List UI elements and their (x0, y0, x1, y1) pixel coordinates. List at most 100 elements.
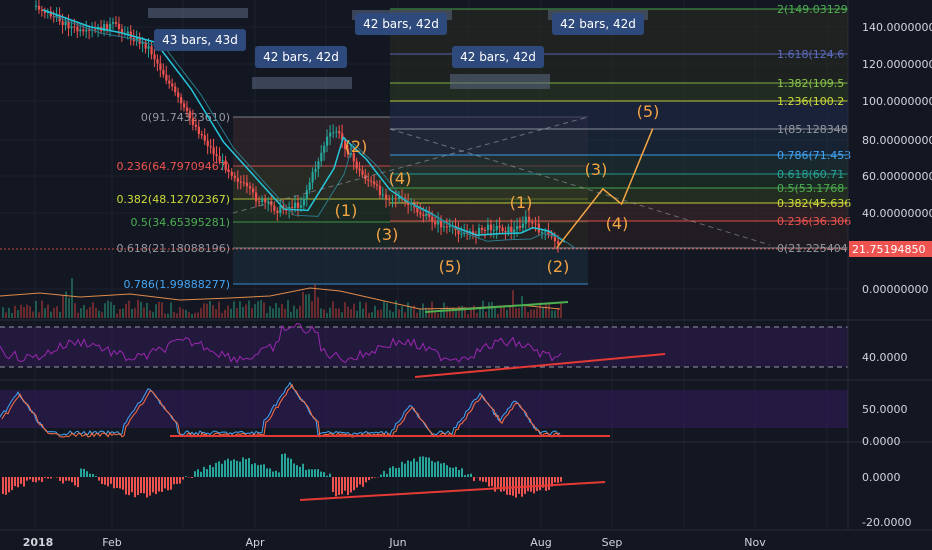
volume-bar (332, 301, 334, 318)
right-fib-label: 0.5(53.1768 (777, 182, 844, 195)
candle-body (203, 135, 206, 141)
candle-body (498, 225, 501, 228)
macd-histogram-bar (428, 457, 430, 477)
volume-bar (509, 305, 511, 318)
volume-bar (224, 309, 226, 318)
macd-histogram-bar (398, 467, 400, 477)
volume-bar (170, 302, 172, 318)
wave-label: (1) (335, 201, 358, 220)
macd-histogram-bar (413, 458, 415, 477)
macd-histogram-bar (152, 477, 154, 493)
volume-bar (236, 308, 238, 318)
macd-histogram-bar (443, 462, 445, 477)
macd-histogram-bar (56, 477, 58, 478)
volume-bar (179, 307, 181, 318)
candle-body (302, 198, 306, 206)
current-price-tag: 21.75194850 (849, 241, 932, 257)
macd-histogram-bar (191, 477, 193, 479)
volume-bar (86, 309, 88, 318)
candle-body (76, 26, 79, 32)
macd-histogram-bar (395, 468, 397, 477)
macd-histogram-bar (455, 466, 457, 477)
volume-bar (20, 304, 22, 318)
volume-bar (32, 311, 34, 318)
volume-bar (35, 300, 37, 318)
candle-body (114, 22, 118, 24)
candle-body (230, 171, 233, 176)
volume-bar (71, 278, 73, 318)
volume-bar (119, 308, 121, 318)
volume-bar (89, 307, 91, 318)
candle-body (553, 236, 557, 242)
volume-bar (407, 302, 409, 318)
macd-histogram-bar (17, 477, 19, 488)
macd-histogram-bar (215, 462, 217, 477)
volume-bar (2, 307, 4, 318)
measure-range (450, 74, 550, 89)
macd-histogram-bar (65, 477, 67, 481)
macd-tick-label: 0.0000 (862, 471, 901, 484)
bars-range-label-text: 42 bars, 42d (460, 50, 536, 64)
volume-bar (158, 301, 160, 318)
volume-bar (431, 301, 433, 318)
volume-bar (455, 310, 457, 318)
volume-bar (437, 313, 439, 318)
candle-body (177, 92, 180, 97)
volume-bar (293, 305, 295, 318)
macd-histogram-bar (317, 469, 319, 477)
time-tick-label: Apr (245, 536, 265, 549)
macd-histogram-bar (293, 463, 295, 477)
candle-body (480, 228, 484, 231)
candle-body (367, 179, 370, 181)
volume-bar (536, 308, 538, 318)
candle-body (291, 206, 294, 209)
macd-histogram-bar (539, 477, 541, 491)
macd-histogram-bar (113, 477, 115, 489)
macd-histogram-bar (236, 460, 238, 477)
volume-bar (320, 308, 322, 318)
candle-body (557, 241, 560, 244)
volume-bar (281, 303, 283, 318)
candle-body (445, 226, 449, 228)
volume-bar (371, 312, 373, 318)
macd-histogram-bar (11, 477, 13, 491)
candle-body (209, 146, 212, 148)
volume-bar (209, 300, 211, 318)
candle-body (85, 29, 88, 32)
macd-histogram-bar (434, 462, 436, 477)
candle-body (434, 221, 437, 225)
wave-label: (1) (510, 193, 533, 212)
macd-histogram-bar (278, 472, 280, 477)
volume-bar (311, 301, 313, 318)
volume-bar (389, 310, 391, 318)
candle-body (373, 181, 376, 185)
left-fib-label: 0.786(1.99888277) (123, 278, 230, 291)
macd-histogram-bar (233, 459, 235, 477)
macd-histogram-bar (296, 465, 298, 477)
right-fib-label: 0.382(45.636 (777, 197, 851, 210)
candle-body (521, 223, 525, 228)
macd-histogram-bar (437, 461, 439, 477)
candle-body (224, 160, 227, 170)
macd-histogram-bar (419, 456, 421, 477)
macd-histogram-bar (311, 469, 313, 477)
candle-body (188, 111, 192, 119)
volume-bar (518, 308, 520, 318)
candle-body (200, 134, 203, 136)
volume-bar (50, 311, 52, 318)
candle-body (544, 231, 547, 233)
candle-body (239, 181, 243, 183)
candle-body (394, 198, 397, 200)
macd-histogram-bar (161, 477, 163, 492)
volume-bar (257, 301, 259, 318)
volume-bar (263, 302, 265, 318)
bars-range-label-text: 42 bars, 42d (263, 50, 339, 64)
wave-label: (3) (585, 160, 608, 179)
left-fib-label: 0.5(34.65395281) (130, 216, 230, 229)
macd-histogram-bar (221, 463, 223, 477)
volume-bar (302, 291, 304, 318)
macd-histogram-bar (386, 473, 388, 477)
macd-histogram-bar (77, 477, 79, 488)
volume-bar (83, 304, 85, 318)
volume-bar (56, 306, 58, 318)
